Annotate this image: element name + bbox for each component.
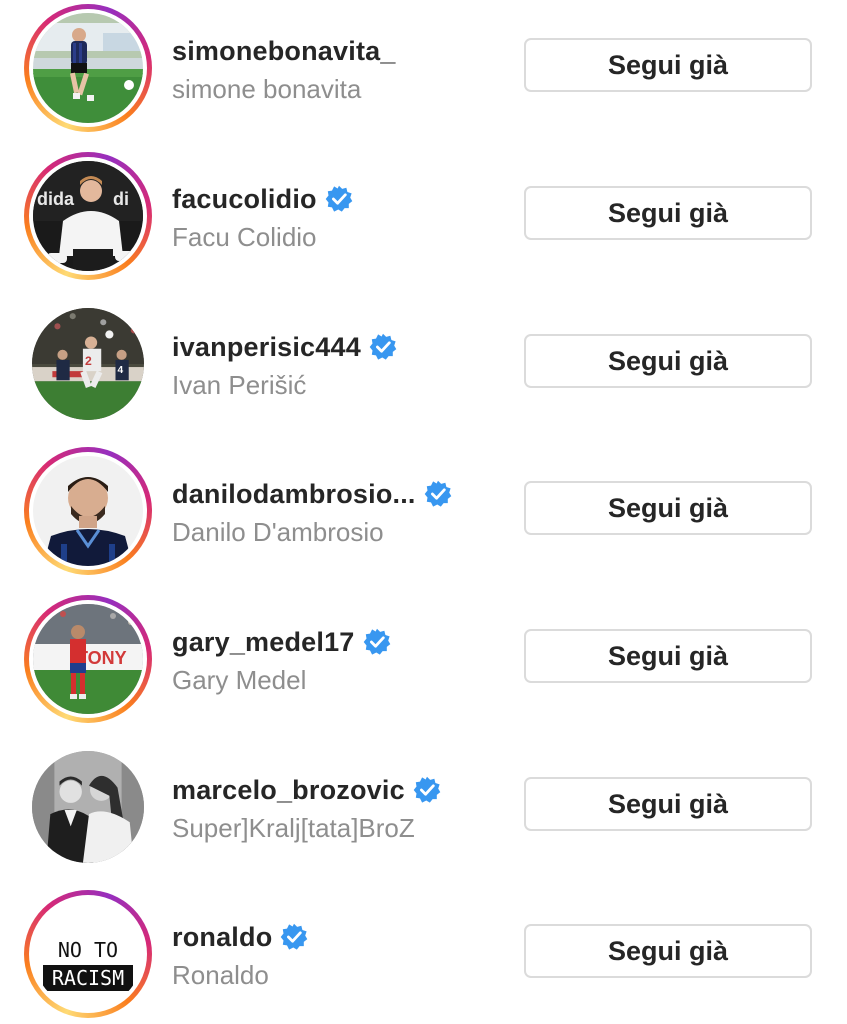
- avatar[interactable]: TONY: [33, 604, 143, 714]
- avatar-text-line1: NO TO: [58, 938, 118, 962]
- story-ring[interactable]: [24, 447, 152, 575]
- avatar-photo: 2 4: [32, 308, 144, 420]
- avatar-container: 2 4: [24, 300, 152, 428]
- list-item: marcelo_brozovic Super]Kralj[tata]BroZ S…: [0, 739, 847, 879]
- avatar[interactable]: [33, 456, 143, 566]
- avatar-text-line2: RACISM: [52, 966, 124, 990]
- story-ring[interactable]: [24, 4, 152, 132]
- full-name: Gary Medel: [172, 665, 307, 695]
- verified-badge-icon: [325, 185, 353, 212]
- avatar[interactable]: NO TO RACISM: [33, 899, 143, 1009]
- verified-badge-icon: [413, 776, 441, 803]
- list-item: NO TO RACISM ronaldo Ronaldo Segui già: [0, 886, 847, 1024]
- username[interactable]: ronaldo: [172, 922, 272, 953]
- avatar[interactable]: 2 4: [32, 308, 144, 420]
- following-list: simonebonavita_ simone bonavita Segui gi…: [0, 0, 847, 1024]
- username[interactable]: gary_medel17: [172, 627, 355, 658]
- story-ring[interactable]: NO TO RACISM: [24, 890, 152, 1018]
- list-item: simonebonavita_ simone bonavita Segui gi…: [0, 0, 847, 140]
- avatar[interactable]: [32, 751, 144, 863]
- following-button[interactable]: Segui già: [524, 481, 812, 535]
- list-item: danilodambrosio... Danilo D'ambrosio Seg…: [0, 443, 847, 583]
- verified-badge-icon: [424, 480, 451, 507]
- verified-badge-icon: [281, 923, 308, 950]
- verified-badge-icon: [363, 628, 390, 655]
- following-button[interactable]: Segui già: [524, 186, 812, 240]
- list-item: TONY gary_medel17 Gary Medel Segui già: [0, 591, 847, 731]
- list-item: 2 4 ivanperisic444 Ivan Perišić Segui gi…: [0, 296, 847, 436]
- full-name: Danilo D'ambrosio: [172, 517, 384, 547]
- full-name: simone bonavita: [172, 74, 362, 104]
- following-button[interactable]: Segui già: [524, 334, 812, 388]
- following-button[interactable]: Segui già: [524, 629, 812, 683]
- username[interactable]: facucolidio: [172, 184, 317, 215]
- username[interactable]: danilodambrosio...: [172, 479, 416, 510]
- avatar-photo: [33, 456, 143, 566]
- verified-badge-icon: [369, 333, 397, 360]
- username[interactable]: marcelo_brozovic: [172, 775, 405, 806]
- following-button[interactable]: Segui già: [524, 924, 812, 978]
- list-item: dida di facucolidio Facu Colidio Segui g…: [0, 148, 847, 288]
- avatar-photo: TONY: [33, 604, 143, 714]
- full-name: Ronaldo: [172, 960, 269, 990]
- svg-text:dida: dida: [37, 189, 75, 209]
- full-name: Ivan Perišić: [172, 370, 307, 400]
- avatar-container: [24, 743, 152, 871]
- avatar[interactable]: dida di: [33, 161, 143, 271]
- following-button[interactable]: Segui già: [524, 777, 812, 831]
- avatar-photo: [33, 13, 143, 123]
- avatar-photo: [32, 751, 144, 863]
- svg-text:4: 4: [118, 365, 124, 376]
- username[interactable]: simonebonavita_: [172, 36, 396, 67]
- story-ring[interactable]: TONY: [24, 595, 152, 723]
- svg-text:di: di: [113, 189, 129, 209]
- full-name: Facu Colidio: [172, 222, 317, 252]
- avatar-photo: dida di: [33, 161, 143, 271]
- username[interactable]: ivanperisic444: [172, 332, 361, 363]
- avatar-photo: NO TO RACISM: [33, 899, 143, 1009]
- avatar[interactable]: [33, 13, 143, 123]
- full-name: Super]Kralj[tata]BroZ: [172, 813, 415, 843]
- svg-text:2: 2: [85, 354, 92, 368]
- following-button[interactable]: Segui già: [524, 38, 812, 92]
- story-ring[interactable]: dida di: [24, 152, 152, 280]
